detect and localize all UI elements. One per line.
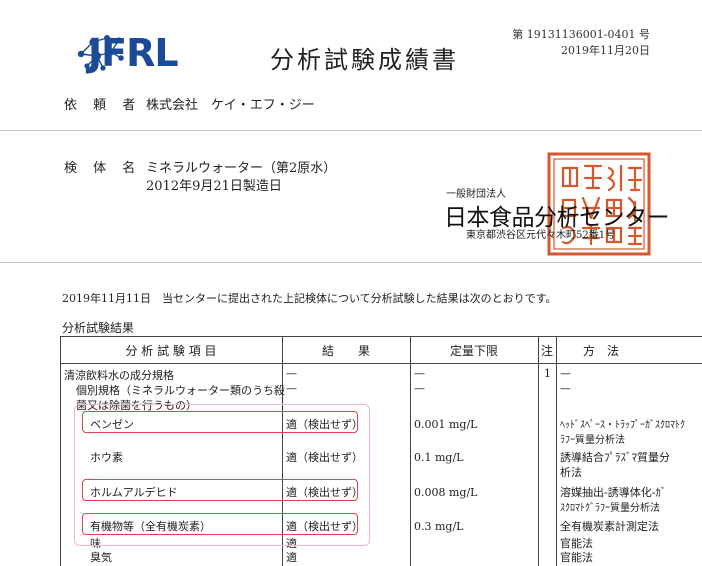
table-row-method: 誘導結合ﾌﾟﾗｽﾞﾏ質量分	[560, 451, 670, 464]
table-row-limit: 0.3 mg/L	[414, 520, 464, 533]
table-row-item: 個別規格（ミネラルウォーター類のうち殺	[76, 384, 285, 397]
table-row-limit: 0.008 mg/L	[414, 486, 478, 499]
sample-label: 検 体 名	[64, 161, 142, 176]
table-border	[556, 336, 557, 566]
table-row-result: —	[286, 382, 297, 395]
client-label: 依 頼 者	[64, 98, 142, 113]
table-row-method-cont: 析法	[560, 466, 582, 479]
col-header-limit: 定量下限	[449, 344, 498, 358]
table-row-result: —	[286, 367, 297, 380]
table-row-method: ﾍｯﾄﾞｽﾍﾟｰｽ・ﾄﾗｯﾌﾟｰｶﾞｽｸﾛﾏﾄｸ	[560, 420, 685, 431]
table-row-note: 1	[544, 367, 551, 380]
table-row-item: 清涼飲料水の成分規格	[64, 369, 174, 382]
table-row-limit: 0.001 mg/L	[414, 418, 478, 431]
highlight-box-benzene	[82, 411, 358, 433]
table-row-method-cont: ﾗﾌｰ質量分析法	[560, 435, 625, 446]
table-row-method-cont: ｽｸﾛﾏﾄｸﾞﾗﾌｰ質量分析法	[560, 503, 660, 514]
logo-text: JFRL	[88, 31, 179, 75]
table-row-method: 溶媒抽出-誘導体化-ｶﾞ	[560, 486, 667, 499]
sample-manufacture-date: 2012年9月21日製造日	[146, 179, 282, 194]
divider	[0, 262, 702, 263]
table-row-method: —	[560, 382, 571, 395]
table-border	[60, 336, 61, 566]
col-header-method: 方 法	[582, 344, 619, 358]
table-row-item: 臭気	[90, 551, 112, 564]
client-name: 株式会社 ケイ・エフ・ジー	[146, 98, 315, 113]
table-border	[60, 363, 702, 364]
table-border	[538, 336, 539, 566]
statement-text: 2019年11月11日 当センターに提出された上記検体について分析試験した結果は…	[62, 292, 557, 305]
document-title: 分析試験成績書	[270, 46, 459, 74]
table-border	[60, 336, 702, 337]
results-table: 分 析 試 験 項 目 結 果 定量下限 注 方 法 清涼飲料水の成分規格 — …	[60, 336, 702, 566]
col-header-item: 分 析 試 験 項 目	[125, 344, 217, 358]
document-number: 第 19131136001-0401 号	[512, 28, 650, 41]
table-row-method: —	[560, 367, 571, 380]
table-row-limit: —	[414, 382, 425, 395]
issuer-address: 東京都渋谷区元代々木町52番1号	[466, 230, 616, 241]
table-row-result: 適	[286, 551, 297, 564]
analysis-certificate: JFRL 分析試験成績書 第 19131136001-0401 号 2019年1…	[0, 0, 702, 566]
table-row-method: 全有機炭素計測定法	[560, 520, 659, 533]
divider	[0, 130, 702, 131]
col-header-note: 注	[540, 344, 553, 358]
table-row-method: 官能法	[560, 551, 593, 564]
sample-name: ミネラルウォーター（第2原水）	[146, 161, 337, 176]
table-row-limit: 0.1 mg/L	[414, 451, 464, 464]
col-header-result: 結 果	[321, 344, 370, 358]
table-border	[410, 336, 411, 566]
highlight-box-toc	[82, 513, 358, 535]
issue-date: 2019年11月20日	[561, 44, 650, 57]
highlight-box-formaldehyde	[82, 479, 358, 501]
table-row-limit: —	[414, 367, 425, 380]
section-title: 分析試験結果	[62, 321, 135, 335]
